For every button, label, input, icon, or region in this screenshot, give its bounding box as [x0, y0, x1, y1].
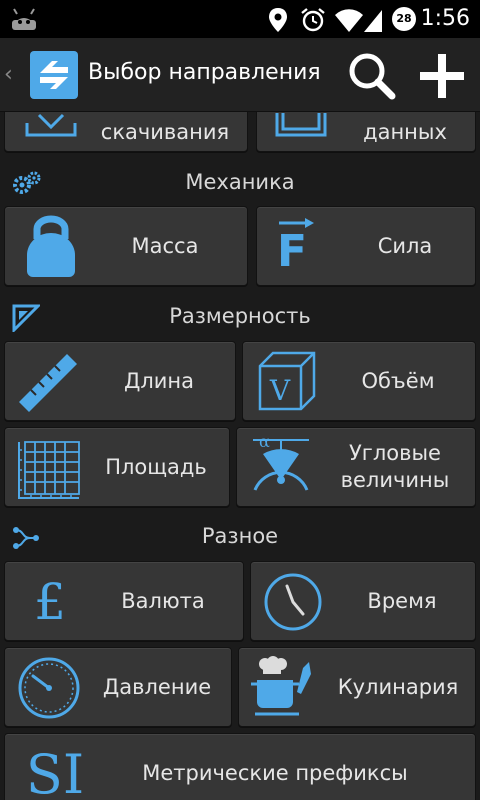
volume-glyph-icon: V	[269, 374, 291, 407]
tile-force[interactable]: F Сила	[256, 206, 476, 286]
action-bar: ‹ Выбор направления	[0, 38, 480, 112]
tile-currency[interactable]: £ Валюта	[4, 561, 244, 641]
clock-icon	[264, 573, 322, 631]
page-title: Выбор направления	[88, 60, 321, 85]
up-caret-icon[interactable]: ‹	[4, 62, 13, 87]
app-logo-icon[interactable]	[30, 51, 78, 99]
section-header-dimensions: Размерность	[0, 294, 480, 338]
tile-volume[interactable]: V Объём	[242, 341, 476, 421]
tile-cooking[interactable]: Кулинария	[238, 647, 476, 727]
tile-label: Время	[367, 589, 437, 613]
kettlebell-icon	[27, 215, 75, 277]
alpha-glyph-icon: α	[259, 432, 270, 451]
tile-label: Длина	[123, 369, 195, 393]
tile-pressure[interactable]: Давление	[4, 647, 232, 727]
alarm-clock-icon	[301, 8, 325, 32]
tile-label: Метрические префиксы	[142, 761, 408, 785]
tile-area[interactable]: Площадь	[4, 427, 230, 507]
section-header-misc: Разное	[0, 514, 480, 558]
tile-label: Давление	[102, 675, 212, 699]
tile-time[interactable]: Время	[250, 561, 476, 641]
tile-label: Кулинария	[337, 675, 459, 699]
add-icon[interactable]	[414, 48, 470, 104]
notification-badge: 28	[392, 7, 416, 31]
section-title: Механика	[185, 170, 295, 194]
tile-angles[interactable]: α Угловые величины	[236, 427, 476, 507]
section-header-mechanics: Механика	[0, 160, 480, 204]
tile-data[interactable]: данных	[256, 112, 476, 152]
tile-label-line1: Угловые	[349, 441, 441, 465]
force-arrow-icon	[279, 218, 314, 228]
si-glyph-icon: SI	[25, 743, 85, 800]
tile-length[interactable]: Длина	[4, 341, 236, 421]
android-robot-icon	[12, 8, 36, 30]
tile-label: Площадь	[105, 455, 207, 479]
section-title: Размерность	[169, 304, 311, 328]
tile-metric-prefixes[interactable]: SI Метрические префиксы	[4, 733, 476, 800]
tile-label: данных	[363, 120, 447, 144]
ruler-icon	[19, 354, 77, 412]
status-bar: 28 1:56	[0, 0, 480, 38]
grid-area-icon	[18, 441, 80, 499]
category-list[interactable]: скачивания данных Механика Масса F Сила	[0, 112, 480, 800]
tile-mass[interactable]: Масса	[4, 206, 248, 286]
tile-label: скачивания	[100, 120, 230, 144]
pound-sign-icon: £	[34, 573, 66, 631]
search-icon[interactable]	[344, 48, 400, 104]
tile-downloads[interactable]: скачивания	[4, 112, 248, 152]
section-title: Разное	[201, 524, 279, 548]
tile-label: Объём	[361, 369, 435, 393]
status-time: 1:56	[420, 6, 470, 31]
data-storage-icon	[275, 113, 327, 137]
tile-label: Валюта	[121, 589, 205, 613]
cooking-pot-icon	[251, 656, 311, 716]
tile-label: Угловые величины	[317, 440, 473, 494]
tile-label: Масса	[131, 234, 199, 258]
tile-label: Сила	[377, 234, 433, 258]
tile-label-line2: величины	[340, 468, 450, 492]
wifi-icon	[335, 9, 363, 32]
force-glyph-icon: F	[277, 226, 308, 277]
pressure-gauge-icon	[18, 657, 80, 719]
signal-icon	[364, 10, 382, 32]
download-icon	[25, 113, 77, 137]
location-pin-icon	[269, 8, 287, 32]
